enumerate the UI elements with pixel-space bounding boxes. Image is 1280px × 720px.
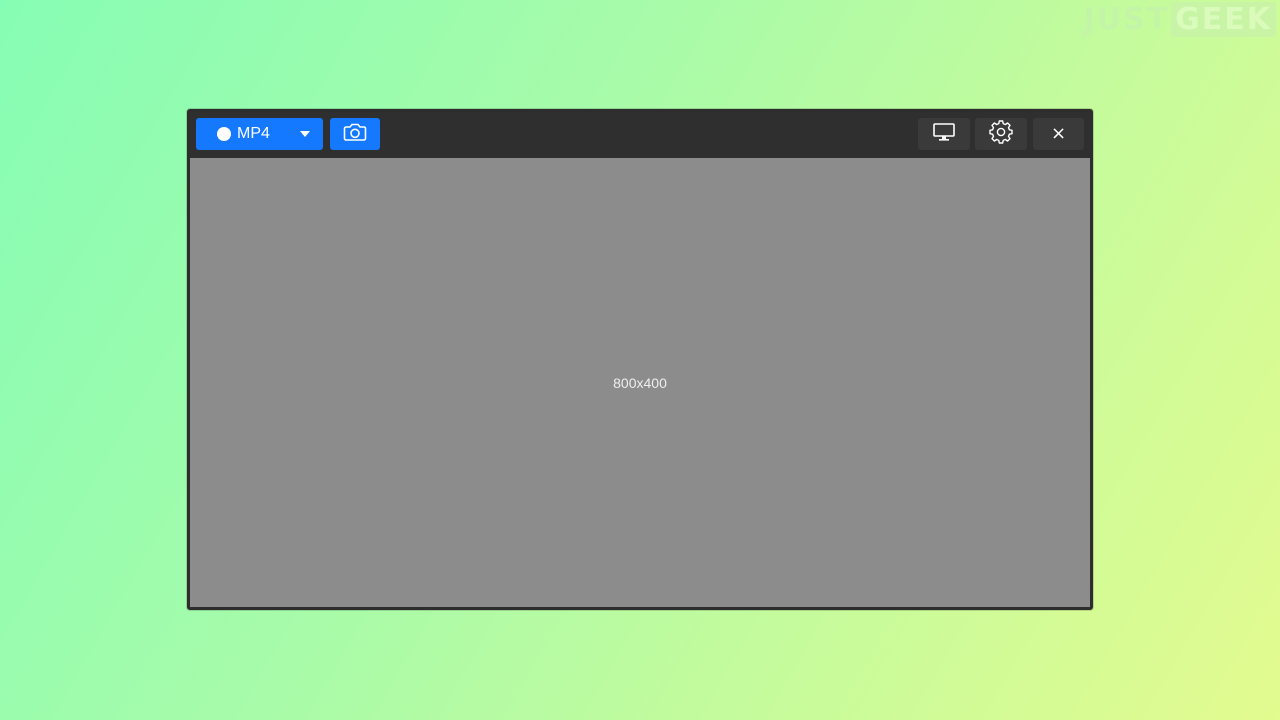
capture-area[interactable]: 800x400	[190, 158, 1090, 607]
record-dot-icon	[217, 127, 231, 141]
toolbar: MP4 ×	[190, 112, 1090, 158]
close-button[interactable]: ×	[1033, 118, 1084, 150]
capture-size-label: 800x400	[613, 375, 667, 391]
gear-icon	[989, 119, 1013, 149]
watermark-part-2: GEEK	[1171, 2, 1276, 37]
recorder-window: MP4 × 800x400	[187, 109, 1093, 610]
camera-icon	[343, 123, 367, 146]
watermark-part-1: JUST	[1083, 2, 1170, 37]
record-format-label: MP4	[237, 125, 270, 142]
display-select-button[interactable]	[918, 118, 970, 150]
settings-button[interactable]	[975, 118, 1027, 150]
record-button[interactable]: MP4	[196, 118, 323, 150]
caret-down-icon[interactable]	[300, 131, 310, 137]
watermark-logo: JUST GEEK	[1084, 2, 1276, 37]
monitor-icon	[932, 122, 956, 147]
screenshot-button[interactable]	[330, 118, 380, 150]
close-icon: ×	[1050, 123, 1067, 144]
